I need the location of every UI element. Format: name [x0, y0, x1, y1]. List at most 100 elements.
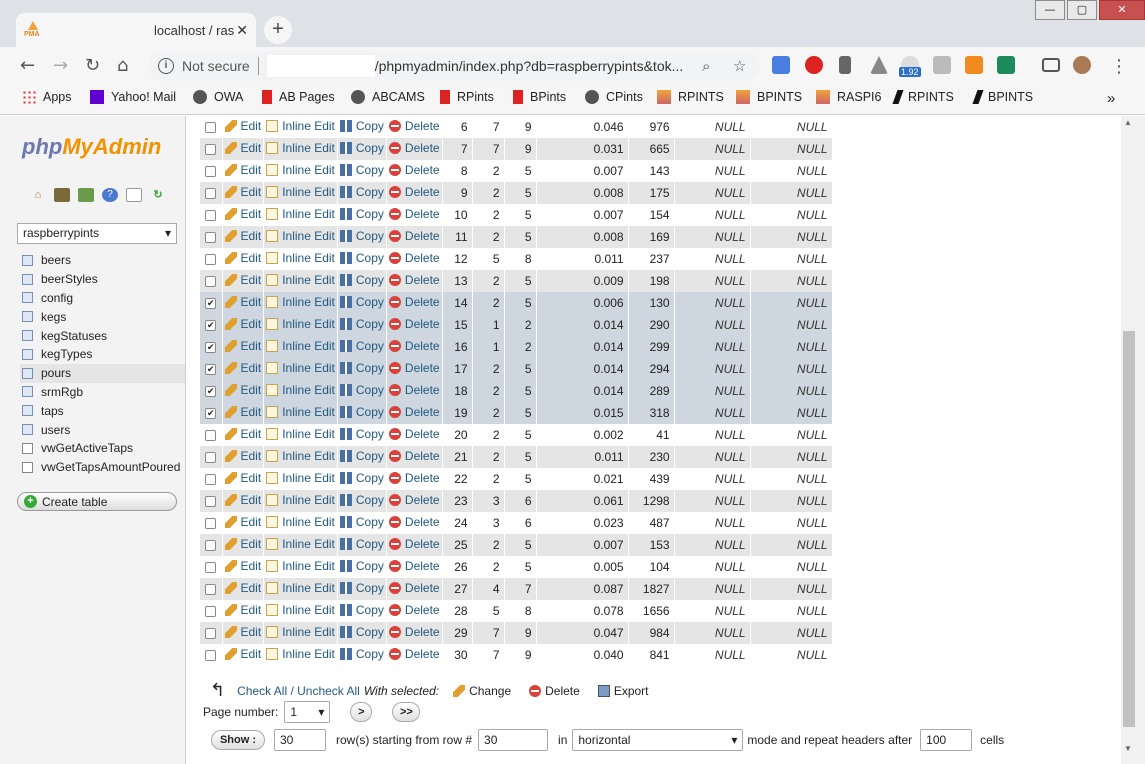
- copy-link[interactable]: Copy: [339, 317, 384, 331]
- edit-link[interactable]: Edit: [224, 559, 261, 573]
- inline-edit-link[interactable]: Inline Edit: [266, 185, 335, 199]
- cell-f[interactable]: NULL: [750, 358, 833, 380]
- inline-edit-link[interactable]: Inline Edit: [266, 471, 335, 485]
- inline-edit-link[interactable]: Inline Edit: [266, 141, 335, 155]
- cell-f[interactable]: NULL: [750, 468, 833, 490]
- cell-e[interactable]: NULL: [674, 182, 751, 204]
- cell-a[interactable]: 2: [472, 204, 505, 226]
- cell-id[interactable]: 24: [442, 512, 473, 534]
- cell-f[interactable]: NULL: [750, 512, 833, 534]
- cell-d[interactable]: 665: [628, 138, 675, 160]
- bookmark-yahoo-mail[interactable]: Yahoo! Mail: [90, 90, 176, 104]
- cell-d[interactable]: 230: [628, 446, 675, 468]
- cell-d[interactable]: 143: [628, 160, 675, 182]
- cell-c[interactable]: 0.007: [536, 160, 629, 182]
- cell-f[interactable]: NULL: [750, 336, 833, 358]
- delete-link[interactable]: Delete: [388, 295, 440, 309]
- cell-e[interactable]: NULL: [674, 468, 751, 490]
- inline-edit-link[interactable]: Inline Edit: [266, 405, 335, 419]
- cell-e[interactable]: NULL: [674, 424, 751, 446]
- cell-e[interactable]: NULL: [674, 292, 751, 314]
- cell-id[interactable]: 29: [442, 622, 473, 644]
- cell-c[interactable]: 0.078: [536, 600, 629, 622]
- cell-e[interactable]: NULL: [674, 534, 751, 556]
- cell-id[interactable]: 28: [442, 600, 473, 622]
- cell-c[interactable]: 0.046: [536, 116, 629, 138]
- docs-icon[interactable]: [126, 188, 142, 202]
- cell-c[interactable]: 0.011: [536, 248, 629, 270]
- cell-a[interactable]: 2: [472, 424, 505, 446]
- cell-b[interactable]: 5: [504, 446, 537, 468]
- delete-selected-button[interactable]: Delete: [529, 684, 580, 698]
- export-selected-button[interactable]: Export: [597, 684, 649, 698]
- cell-f[interactable]: NULL: [750, 160, 833, 182]
- cell-id[interactable]: 11: [442, 226, 473, 248]
- cell-e[interactable]: NULL: [674, 578, 751, 600]
- delete-link[interactable]: Delete: [388, 185, 440, 199]
- copy-link[interactable]: Copy: [339, 229, 384, 243]
- inline-edit-link[interactable]: Inline Edit: [266, 493, 335, 507]
- delete-link[interactable]: Delete: [388, 405, 440, 419]
- inline-edit-link[interactable]: Inline Edit: [266, 251, 335, 265]
- cell-b[interactable]: 6: [504, 512, 537, 534]
- cell-c[interactable]: 0.047: [536, 622, 629, 644]
- edit-link[interactable]: Edit: [224, 515, 261, 529]
- delete-link[interactable]: Delete: [388, 581, 440, 595]
- table-row[interactable]: Edit Inline Edit Copy Delete 28 5 8 0.078 1656 NU…: [200, 600, 833, 622]
- sidebar-item-taps[interactable]: taps: [20, 401, 185, 420]
- home-icon[interactable]: ⌂: [117, 55, 128, 76]
- cell-c[interactable]: 0.008: [536, 226, 629, 248]
- row-checkbox[interactable]: [205, 474, 217, 486]
- row-checkbox[interactable]: [205, 452, 217, 464]
- edit-link[interactable]: Edit: [224, 449, 261, 463]
- cell-f[interactable]: NULL: [750, 314, 833, 336]
- table-row[interactable]: Edit Inline Edit Copy Delete 12 5 8 0.011 237 NUL…: [200, 248, 833, 270]
- scroll-up-icon[interactable]: ▲: [1124, 118, 1132, 127]
- bookmark-rpints-pma[interactable]: RPINTS: [657, 90, 724, 104]
- cell-f[interactable]: NULL: [750, 446, 833, 468]
- cell-e[interactable]: NULL: [674, 358, 751, 380]
- sidebar-item-vwGetActiveTaps[interactable]: vwGetActiveTaps: [20, 439, 185, 458]
- delete-link[interactable]: Delete: [388, 471, 440, 485]
- row-checkbox[interactable]: [205, 540, 217, 552]
- table-row[interactable]: Edit Inline Edit Copy Delete 29 7 9 0.047 984 NUL…: [200, 622, 833, 644]
- cell-id[interactable]: 10: [442, 204, 473, 226]
- copy-link[interactable]: Copy: [339, 207, 384, 221]
- cell-f[interactable]: NULL: [750, 138, 833, 160]
- cell-id[interactable]: 26: [442, 556, 473, 578]
- delete-link[interactable]: Delete: [388, 537, 440, 551]
- cell-b[interactable]: 8: [504, 248, 537, 270]
- cell-b[interactable]: 5: [504, 182, 537, 204]
- cell-id[interactable]: 17: [442, 358, 473, 380]
- vertical-scrollbar[interactable]: ▲ ▼: [1121, 116, 1145, 764]
- row-checkbox[interactable]: [205, 122, 217, 134]
- edit-link[interactable]: Edit: [224, 361, 261, 375]
- show-button[interactable]: Show :: [211, 730, 265, 750]
- cell-a[interactable]: 1: [472, 336, 505, 358]
- delete-link[interactable]: Delete: [388, 339, 440, 353]
- tab-close-icon[interactable]: ✕: [236, 22, 248, 39]
- translate-extension-icon[interactable]: [772, 56, 790, 74]
- create-table-button[interactable]: + Create table: [17, 492, 177, 511]
- row-checkbox[interactable]: ✔: [205, 408, 217, 420]
- cell-d[interactable]: 1827: [628, 578, 675, 600]
- cell-b[interactable]: 5: [504, 270, 537, 292]
- row-checkbox[interactable]: [205, 650, 217, 662]
- sidebar-item-beers[interactable]: beers: [20, 251, 185, 270]
- delete-link[interactable]: Delete: [388, 647, 440, 661]
- cell-a[interactable]: 5: [472, 600, 505, 622]
- cell-b[interactable]: 5: [504, 380, 537, 402]
- cell-d[interactable]: 41: [628, 424, 675, 446]
- bookmark-ab-pages[interactable]: AB Pages: [262, 90, 335, 104]
- help-icon[interactable]: ?: [102, 188, 118, 202]
- cell-e[interactable]: NULL: [674, 204, 751, 226]
- copy-link[interactable]: Copy: [339, 119, 384, 133]
- cell-a[interactable]: 2: [472, 358, 505, 380]
- copy-link[interactable]: Copy: [339, 163, 384, 177]
- minimize-button[interactable]: —: [1035, 0, 1065, 20]
- edit-link[interactable]: Edit: [224, 141, 261, 155]
- row-checkbox[interactable]: [205, 584, 217, 596]
- cell-e[interactable]: NULL: [674, 644, 751, 666]
- cell-f[interactable]: NULL: [750, 402, 833, 424]
- sidebar-item-kegStatuses[interactable]: kegStatuses: [20, 326, 185, 345]
